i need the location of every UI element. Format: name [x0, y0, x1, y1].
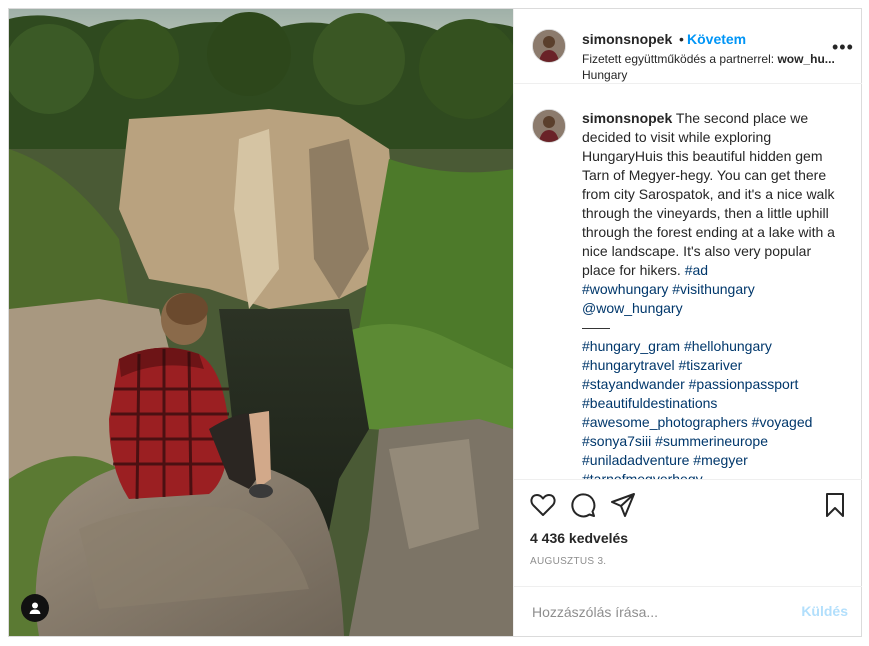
comments-area[interactable]: simonsnopek The second place we decided …	[514, 84, 862, 479]
hashtag-line[interactable]: #tarnofmegyerhegy	[582, 470, 844, 479]
paid-partnership-label[interactable]: Fizetett együttműködés a partnerrel: wow…	[582, 52, 848, 66]
bookmark-icon[interactable]	[822, 492, 848, 518]
hashtag-line[interactable]: #wowhungary #visithungary	[582, 280, 844, 299]
post-header: simonsnopek • Követem Fizetett együttműk…	[514, 9, 862, 84]
post-date[interactable]: AUGUSZTUS 3.	[530, 556, 606, 567]
hashtag-line[interactable]: #uniladadventure #megyer	[582, 451, 844, 470]
post-comment-button[interactable]: Küldés	[801, 603, 848, 619]
post-side-panel: simonsnopek • Követem Fizetett együttműk…	[513, 9, 862, 636]
hashtag-line[interactable]: #stayandwander #passionpassport	[582, 375, 844, 394]
caption-separator: ——	[582, 319, 610, 335]
hashtag-line[interactable]: #beautifuldestinations	[582, 394, 844, 413]
hashtag-line[interactable]: #awesome_photographers #voyaged	[582, 413, 844, 432]
hashtag-line[interactable]: #sonya7siii #summerineurope	[582, 432, 844, 451]
caption-username[interactable]: simonsnopek	[582, 110, 672, 126]
action-bar: 4 436 kedvelés AUGUSZTUS 3. Küldés	[514, 479, 862, 637]
send-icon[interactable]	[610, 492, 636, 518]
location-link[interactable]: Hungary	[582, 68, 627, 82]
heart-icon[interactable]	[530, 492, 556, 518]
more-options-icon[interactable]: •••	[832, 38, 854, 56]
add-comment-bar: Küldés	[514, 586, 862, 637]
caption-text: The second place we decided to visit whi…	[582, 110, 835, 278]
separator-dot: •	[679, 31, 684, 47]
post-username[interactable]: simonsnopek	[582, 31, 672, 47]
hashtag-line[interactable]: #hungarytravel #tiszariver	[582, 356, 844, 375]
follow-button[interactable]: Követem	[687, 31, 746, 47]
user-tag-icon[interactable]	[21, 594, 49, 622]
likes-count[interactable]: 4 436 kedvelés	[530, 530, 628, 546]
caption-avatar[interactable]	[532, 109, 566, 143]
paid-partnership-prefix: Fizetett együttműködés a partnerrel:	[582, 52, 775, 66]
hashtag-ad[interactable]: #ad	[685, 262, 708, 278]
photo-landscape	[9, 9, 513, 636]
caption: simonsnopek The second place we decided …	[582, 109, 844, 479]
hashtag-line[interactable]: #hungary_gram #hellohungary	[582, 337, 844, 356]
post-photo[interactable]	[9, 9, 513, 636]
avatar[interactable]	[532, 29, 566, 63]
paid-partner-name[interactable]: wow_hu...	[777, 52, 834, 66]
comment-icon[interactable]	[570, 492, 596, 518]
post-card: simonsnopek • Követem Fizetett együttműk…	[8, 8, 862, 637]
mention-link[interactable]: @wow_hungary	[582, 299, 844, 318]
comment-input[interactable]	[530, 601, 794, 623]
